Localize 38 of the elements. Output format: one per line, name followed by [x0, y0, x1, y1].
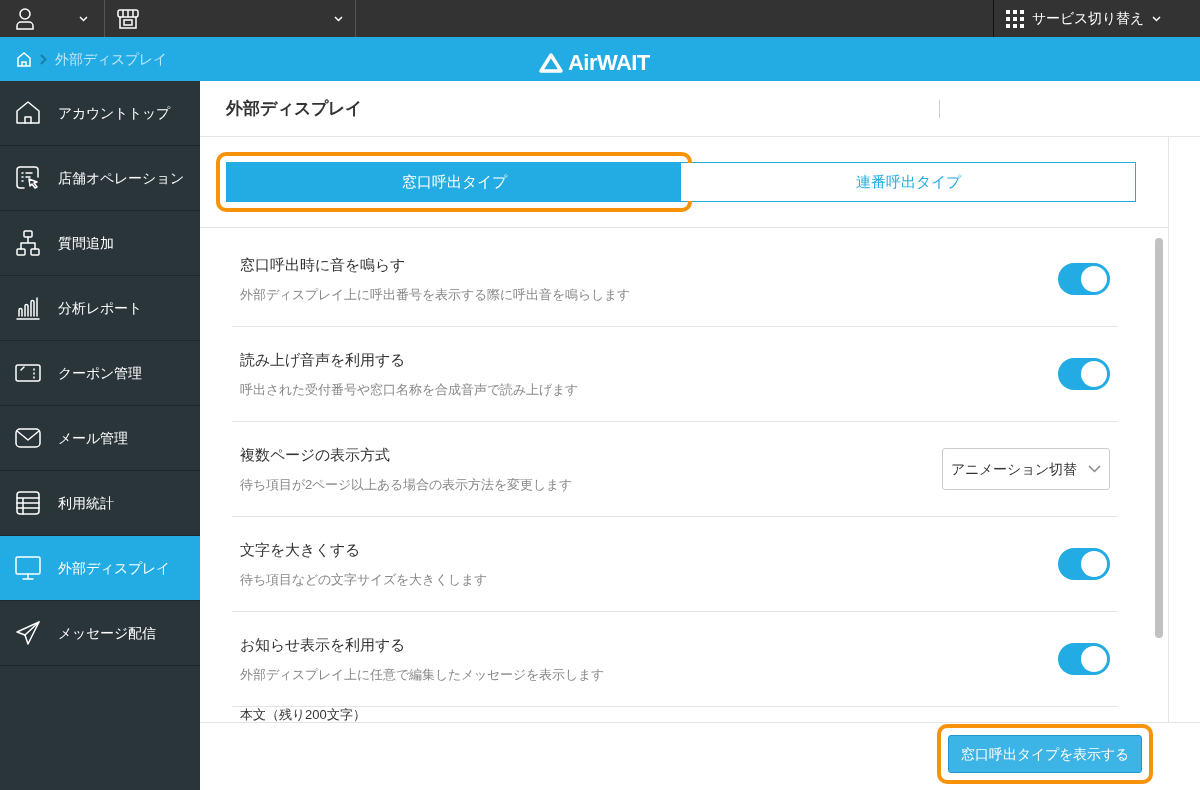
toggle-switch[interactable] — [1058, 358, 1110, 390]
setting-title: 窓口呼出時に音を鳴らす — [240, 255, 406, 275]
dropdown[interactable]: アニメーション切替 — [942, 448, 1110, 490]
setting-title: 複数ページの表示方式 — [240, 445, 391, 465]
monitor-icon — [14, 554, 42, 582]
page-title: 外部ディスプレイ — [226, 97, 362, 120]
chevron-down-icon — [1088, 465, 1101, 473]
bar-chart-icon — [14, 294, 42, 322]
person-icon — [16, 7, 34, 30]
scrollbar-thumb[interactable] — [1155, 238, 1163, 638]
setting-description: 呼出された受付番号や窓口名称を合成音声で読み上げます — [240, 380, 578, 399]
setting-description: 外部ディスプレイ上に任意で編集したメッセージを表示します — [240, 665, 604, 684]
grid-icon — [1006, 9, 1024, 28]
chevron-down-icon — [79, 15, 88, 22]
paper-plane-icon — [14, 619, 42, 647]
toggle-switch[interactable] — [1058, 263, 1110, 295]
store-icon — [117, 8, 139, 29]
toggle-switch[interactable] — [1058, 548, 1110, 580]
setting-description: 外部ディスプレイ上に呼出番号を表示する際に呼出音を鳴らします — [240, 285, 630, 304]
list-cursor-icon — [14, 164, 42, 192]
setting-description: 待ち項目が2ページ以上ある場合の表示方法を変更します — [240, 475, 573, 494]
field-label: 本文（残り200文字） — [239, 707, 367, 722]
house-icon — [14, 99, 42, 127]
setting-title: お知らせ表示を利用する — [240, 635, 406, 655]
setting-title: 読み上げ音声を利用する — [240, 350, 406, 370]
triangle-logo-icon — [538, 51, 564, 74]
logo-text: AirWAIT — [568, 49, 650, 77]
table-icon — [14, 489, 42, 517]
chevron-down-icon — [334, 15, 343, 22]
setting-description: 待ち項目などの文字サイズを大きくします — [240, 570, 487, 589]
home-icon[interactable] — [16, 51, 32, 67]
service-switch-label: サービス切り替え — [1032, 9, 1144, 28]
chevron-down-icon — [1152, 15, 1161, 22]
toggle-switch[interactable] — [1058, 643, 1110, 675]
setting-title: 文字を大きくする — [240, 540, 361, 560]
breadcrumb-current: 外部ディスプレイ — [55, 49, 167, 69]
chevron-right-icon — [40, 53, 47, 65]
hierarchy-icon — [14, 229, 42, 257]
